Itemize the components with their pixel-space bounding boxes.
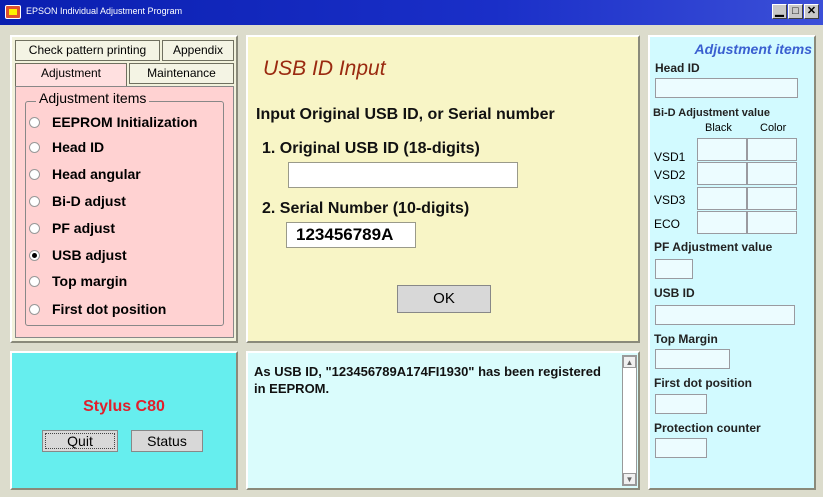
radio-label-eeprom-initialization[interactable]: EEPROM Initialization	[52, 114, 197, 130]
radio-first-dot-position[interactable]	[29, 304, 40, 315]
radio-label-bi-d-adjust[interactable]: Bi-D adjust	[52, 193, 126, 209]
radio-label-head-id[interactable]: Head ID	[52, 139, 104, 155]
radio-head-id[interactable]	[29, 142, 40, 153]
adjustment-items-group	[25, 101, 224, 326]
first-dot-position-label: First dot position	[654, 376, 752, 390]
minimize-button[interactable]: ▁	[772, 4, 787, 19]
row-label-vsd1: VSD1	[654, 150, 686, 164]
top-margin-field	[655, 349, 730, 369]
eco-black-field	[697, 211, 747, 234]
status-button[interactable]: Status	[131, 430, 203, 452]
head-id-field	[655, 78, 798, 98]
tab-check-pattern-printing[interactable]: Check pattern printing	[15, 40, 160, 61]
usb-id-input[interactable]	[288, 162, 518, 188]
vsd2-color-field	[747, 162, 797, 185]
radio-top-margin[interactable]	[29, 276, 40, 287]
serial-number-label: 2. Serial Number (10-digits)	[262, 200, 470, 217]
message-scrollbar[interactable]	[622, 355, 637, 486]
vsd1-black-field	[697, 138, 747, 161]
model-panel	[10, 351, 238, 490]
radio-label-usb-adjust[interactable]: USB adjust	[52, 247, 127, 263]
tab-adjustment[interactable]: Adjustment	[15, 63, 127, 86]
radio-bi-d-adjust[interactable]	[29, 196, 40, 207]
quit-button[interactable]: Quit	[42, 430, 118, 452]
pf-adjustment-label: PF Adjustment value	[654, 240, 773, 254]
window-title: EPSON Individual Adjustment Program	[26, 6, 183, 16]
radio-eeprom-initialization[interactable]	[29, 117, 40, 128]
vsd3-color-field	[747, 187, 797, 210]
vsd1-color-field	[747, 138, 797, 161]
radio-label-head-angular[interactable]: Head angular	[52, 166, 141, 182]
scroll-down-icon[interactable]: ▼	[623, 473, 636, 485]
model-name: Stylus C80	[83, 398, 165, 415]
adjustment-values-title: Adjustment items	[694, 41, 812, 57]
radio-label-top-margin[interactable]: Top margin	[52, 273, 127, 289]
bi-d-adjustment-label: Bi-D Adjustment value	[653, 107, 770, 119]
radio-label-pf-adjust[interactable]: PF adjust	[52, 220, 115, 236]
ok-button[interactable]: OK	[397, 285, 491, 313]
usb-id-value-field	[655, 305, 795, 325]
radio-label-first-dot-position[interactable]: First dot position	[52, 301, 166, 317]
row-label-vsd2: VSD2	[654, 168, 686, 182]
serial-number-input[interactable]: 123456789A	[286, 222, 416, 248]
head-id-label: Head ID	[655, 61, 700, 75]
usb-id-label: 1. Original USB ID (18-digits)	[262, 140, 480, 157]
epson-app-icon[interactable]	[5, 5, 21, 19]
usb-id-input-title: USB ID Input	[263, 57, 386, 80]
vsd3-black-field	[697, 187, 747, 210]
col-header-black: Black	[705, 122, 732, 134]
maximize-button[interactable]: □	[788, 4, 803, 19]
tab-appendix[interactable]: Appendix	[162, 40, 234, 61]
col-header-color: Color	[760, 122, 787, 134]
eco-color-field	[747, 211, 797, 234]
tab-maintenance[interactable]: Maintenance	[129, 63, 234, 84]
usb-id-value-label: USB ID	[654, 286, 695, 300]
first-dot-position-field	[655, 394, 707, 414]
pf-adjustment-field	[655, 259, 693, 279]
row-label-vsd3: VSD3	[654, 193, 686, 207]
protection-counter-field	[655, 438, 707, 458]
protection-counter-label: Protection counter	[654, 421, 761, 435]
row-label-eco: ECO	[654, 217, 681, 231]
adjustment-items-group-title: Adjustment items	[36, 90, 150, 106]
radio-head-angular[interactable]	[29, 169, 40, 180]
top-margin-label: Top Margin	[654, 332, 718, 346]
radio-usb-adjust[interactable]	[29, 250, 40, 261]
usb-instruction-text: Input Original USB ID, or Serial number	[256, 106, 555, 123]
close-button[interactable]: ✕	[804, 4, 819, 19]
radio-pf-adjust[interactable]	[29, 223, 40, 234]
scroll-up-icon[interactable]: ▲	[623, 356, 636, 368]
message-text: As USB ID, "123456789A174FI1930" has bee…	[254, 364, 601, 396]
vsd2-black-field	[697, 162, 747, 185]
